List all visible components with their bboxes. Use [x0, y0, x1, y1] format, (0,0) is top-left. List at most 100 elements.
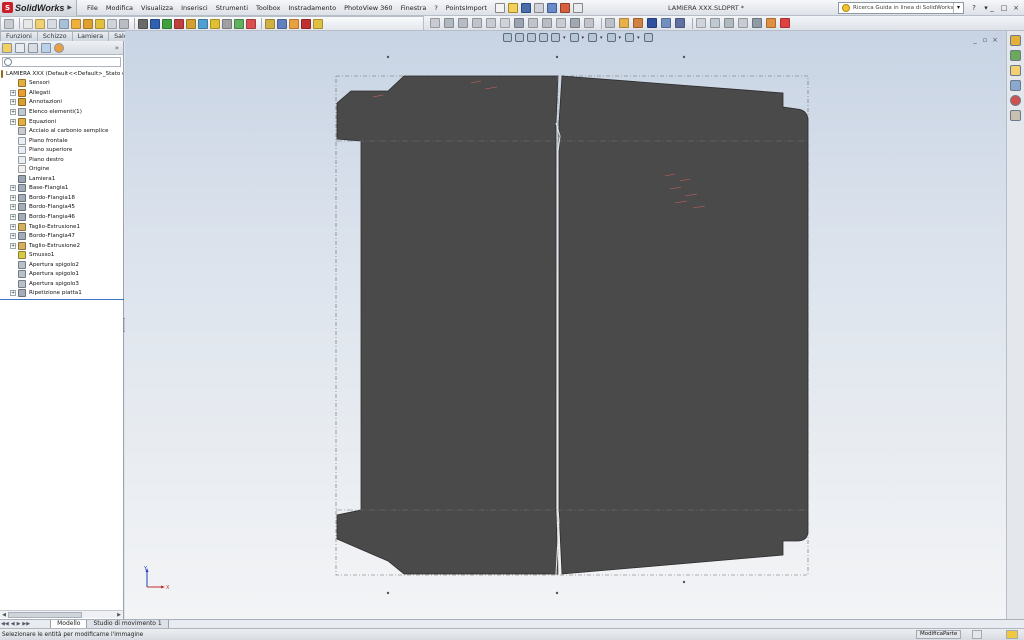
rebuild-icon[interactable] [559, 2, 570, 13]
tree-item[interactable]: Origine [0, 164, 123, 174]
tree-root-part[interactable]: LAMIERA XXX (Default<<Default>_Stato d [0, 69, 123, 79]
quick-snaps-icon[interactable] [619, 18, 629, 28]
dimxpert-manager-tab-icon[interactable] [41, 42, 51, 53]
tree-item[interactable]: + Bordo-Flangia18 [0, 193, 123, 203]
expand-icon[interactable]: + [10, 290, 16, 297]
more-tabs-icon[interactable]: » [115, 44, 119, 52]
tree-item[interactable]: Lamiera1 [0, 174, 123, 184]
menu-item[interactable]: ? [430, 0, 441, 16]
menu-item[interactable]: File [83, 0, 102, 16]
line-icon[interactable] [458, 18, 468, 28]
deviation-analysis-icon[interactable] [162, 18, 172, 29]
scroll-left-icon[interactable]: ◀ [0, 611, 8, 619]
expand-icon[interactable]: + [10, 194, 16, 201]
tree-item[interactable]: + Ripetizione piatta1 [0, 289, 123, 299]
property-manager-tab-icon[interactable] [15, 42, 25, 53]
hide-show-icon[interactable] [752, 18, 762, 28]
symmetry-icon[interactable] [246, 18, 256, 29]
file-explorer-icon[interactable] [1010, 65, 1021, 76]
first-tab-icon[interactable]: ◀◀ [1, 621, 9, 627]
menu-item[interactable]: Finestra [397, 0, 431, 16]
tree-item[interactable]: Sensori [0, 79, 123, 89]
reference-geometry-icon[interactable] [696, 18, 706, 28]
measure-icon[interactable] [59, 18, 69, 29]
point-icon[interactable] [528, 18, 538, 28]
spline-icon[interactable] [514, 18, 524, 28]
tree-item[interactable]: + Equazioni [0, 117, 123, 127]
maximize-icon[interactable]: □ [998, 0, 1010, 16]
scene-icon[interactable] [780, 18, 790, 28]
menu-item[interactable]: Strumenti [212, 0, 252, 16]
tree-item[interactable]: Piano frontale [0, 136, 123, 146]
interference-icon[interactable] [265, 18, 275, 29]
menu-item[interactable]: Modifica [102, 0, 137, 16]
flat-pattern-left-panel[interactable] [336, 75, 559, 575]
section-view-icon[interactable] [738, 18, 748, 28]
tree-filter-input[interactable] [2, 57, 121, 67]
expand-icon[interactable]: + [10, 233, 16, 240]
display-manager-tab-icon[interactable] [54, 42, 64, 53]
help-icon[interactable]: ? [968, 0, 980, 16]
menu-item[interactable]: Inserisci [177, 0, 212, 16]
parting-line-icon[interactable] [222, 18, 232, 29]
costing-icon[interactable] [301, 18, 311, 29]
arc-icon[interactable] [500, 18, 510, 28]
tree-item[interactable]: Apertura spigolo3 [0, 279, 123, 289]
menu-item[interactable]: PointsImport [442, 0, 491, 16]
menu-item[interactable]: Visualizza [137, 0, 177, 16]
tree-item[interactable]: + Elenco elementi(1) [0, 107, 123, 117]
tree-horizontal-scrollbar[interactable]: ◀ ▶ [0, 610, 123, 618]
tree-item[interactable]: + Bordo-Flangia46 [0, 212, 123, 222]
dimxpert-icon[interactable] [647, 18, 657, 28]
tree-item[interactable]: Piano destro [0, 155, 123, 165]
configuration-manager-tab-icon[interactable] [28, 42, 38, 53]
thickness-icon[interactable] [234, 18, 244, 29]
flat-pattern-right-panel[interactable] [558, 75, 809, 575]
tree-item[interactable]: + Bordo-Flangia47 [0, 231, 123, 241]
relations-icon[interactable] [605, 18, 615, 28]
expand-icon[interactable]: + [10, 89, 16, 96]
tree-item[interactable]: + Allegati [0, 88, 123, 98]
feature-manager-tab-icon[interactable] [2, 42, 12, 53]
pattern-icon[interactable] [584, 18, 594, 28]
solidworks-resources-icon[interactable] [1010, 35, 1021, 46]
rectangle-icon[interactable] [472, 18, 482, 28]
command-tab[interactable]: Schizzo [36, 31, 73, 41]
command-tab[interactable]: Lamiera [71, 31, 110, 41]
scroll-thumb[interactable] [8, 612, 82, 618]
expand-icon[interactable]: + [10, 223, 16, 230]
smart-dimension-icon[interactable] [444, 18, 454, 28]
menu-item[interactable]: PhotoView 360 [340, 0, 396, 16]
tree-item[interactable]: + Taglio-Estrusione2 [0, 241, 123, 251]
tree-item[interactable]: Piano superiore [0, 145, 123, 155]
mass-properties-icon[interactable] [71, 18, 81, 29]
print-icon[interactable] [533, 2, 544, 13]
tree-item[interactable]: Apertura spigolo2 [0, 260, 123, 270]
selection-icon[interactable] [23, 18, 33, 29]
statistics-icon[interactable] [107, 18, 117, 29]
options-icon[interactable] [572, 2, 583, 13]
sketch-icon[interactable] [430, 18, 440, 28]
file-properties-icon[interactable] [47, 18, 57, 29]
tree-item[interactable]: + Taglio-Estrusione1 [0, 222, 123, 232]
geometry-analysis-icon[interactable] [138, 18, 148, 29]
next-tab-icon[interactable]: ▶ [17, 621, 21, 627]
graphics-area[interactable]: ▾ ▾ ▾ ▾ ▾ _ ▫ × Y X [125, 31, 1006, 619]
tree-item[interactable]: Smusso1 [0, 250, 123, 260]
check-icon[interactable] [119, 18, 129, 29]
solidworks-logo-menu[interactable]: S SolidWorks ▶ [0, 0, 77, 16]
appearances-icon[interactable] [1010, 95, 1021, 106]
section-properties-icon[interactable] [83, 18, 93, 29]
expand-icon[interactable]: + [10, 108, 16, 115]
expand-icon[interactable]: + [10, 213, 16, 220]
smart-fastener-icon[interactable] [661, 18, 671, 28]
menu-item[interactable]: Toolbox [252, 0, 284, 16]
custom-properties-icon[interactable] [1010, 110, 1021, 121]
view-palette-icon[interactable] [1010, 80, 1021, 91]
units-icon[interactable] [972, 630, 982, 639]
expand-icon[interactable]: + [10, 118, 16, 125]
curves-icon[interactable] [710, 18, 720, 28]
zebra-stripes-icon[interactable] [174, 18, 184, 29]
view-orientation-icon[interactable] [4, 18, 14, 29]
curvature-icon[interactable] [186, 18, 196, 29]
